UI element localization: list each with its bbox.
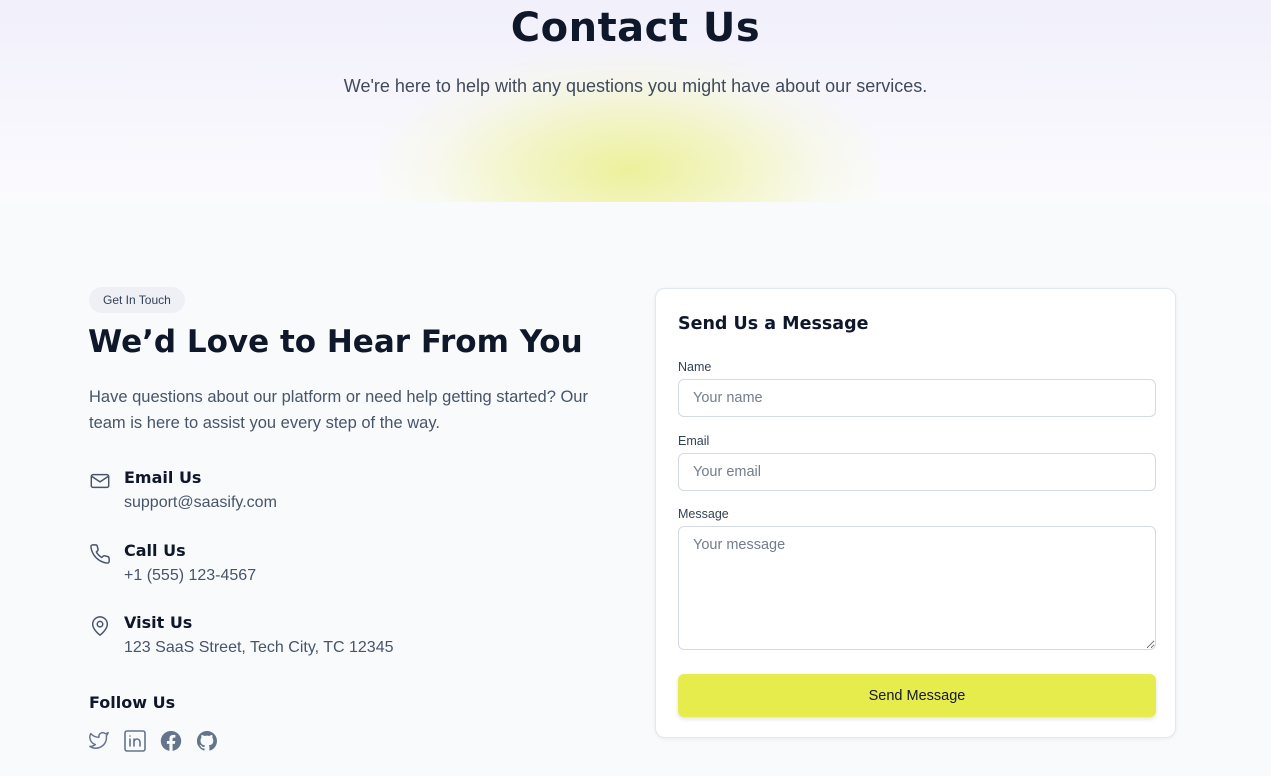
facebook-icon[interactable]: [159, 729, 183, 753]
message-label: Message: [678, 507, 729, 521]
email-input[interactable]: [678, 453, 1156, 491]
contact-intro: Have questions about our platform or nee…: [89, 388, 588, 432]
street-address: 123 SaaS Street, Tech City, TC 12345: [124, 639, 394, 656]
hero-section: Contact Us We're here to help with any q…: [0, 0, 1271, 202]
linkedin-icon[interactable]: [123, 729, 147, 753]
twitter-icon[interactable]: [88, 729, 112, 753]
form-title: Send Us a Message: [678, 314, 869, 334]
name-label: Name: [678, 360, 712, 374]
phone-number: +1 (555) 123-4567: [124, 567, 257, 584]
email-label: Email: [678, 434, 710, 448]
map-pin-icon: [89, 615, 111, 637]
contact-heading: We’d Love to Hear From You: [88, 324, 583, 360]
name-input[interactable]: [678, 379, 1156, 417]
email-address: support@saasify.com: [124, 494, 277, 511]
get-in-touch-badge: Get In Touch: [89, 287, 185, 313]
follow-us-title: Follow Us: [89, 693, 176, 712]
hero-glow: [380, 50, 880, 202]
page-title: Contact Us: [510, 5, 761, 51]
phone-icon: [89, 543, 111, 565]
message-textarea[interactable]: [678, 526, 1156, 650]
contact-form-card: Send Us a Message Name Email Message Sen…: [655, 288, 1176, 738]
page-subtitle: We're here to help with any questions yo…: [343, 76, 928, 96]
mail-icon: [89, 470, 111, 492]
call-us-title: Call Us: [124, 541, 186, 560]
visit-us-title: Visit Us: [124, 613, 193, 632]
github-icon[interactable]: [195, 729, 219, 753]
send-message-button[interactable]: Send Message: [678, 674, 1156, 717]
email-us-title: Email Us: [124, 468, 202, 487]
